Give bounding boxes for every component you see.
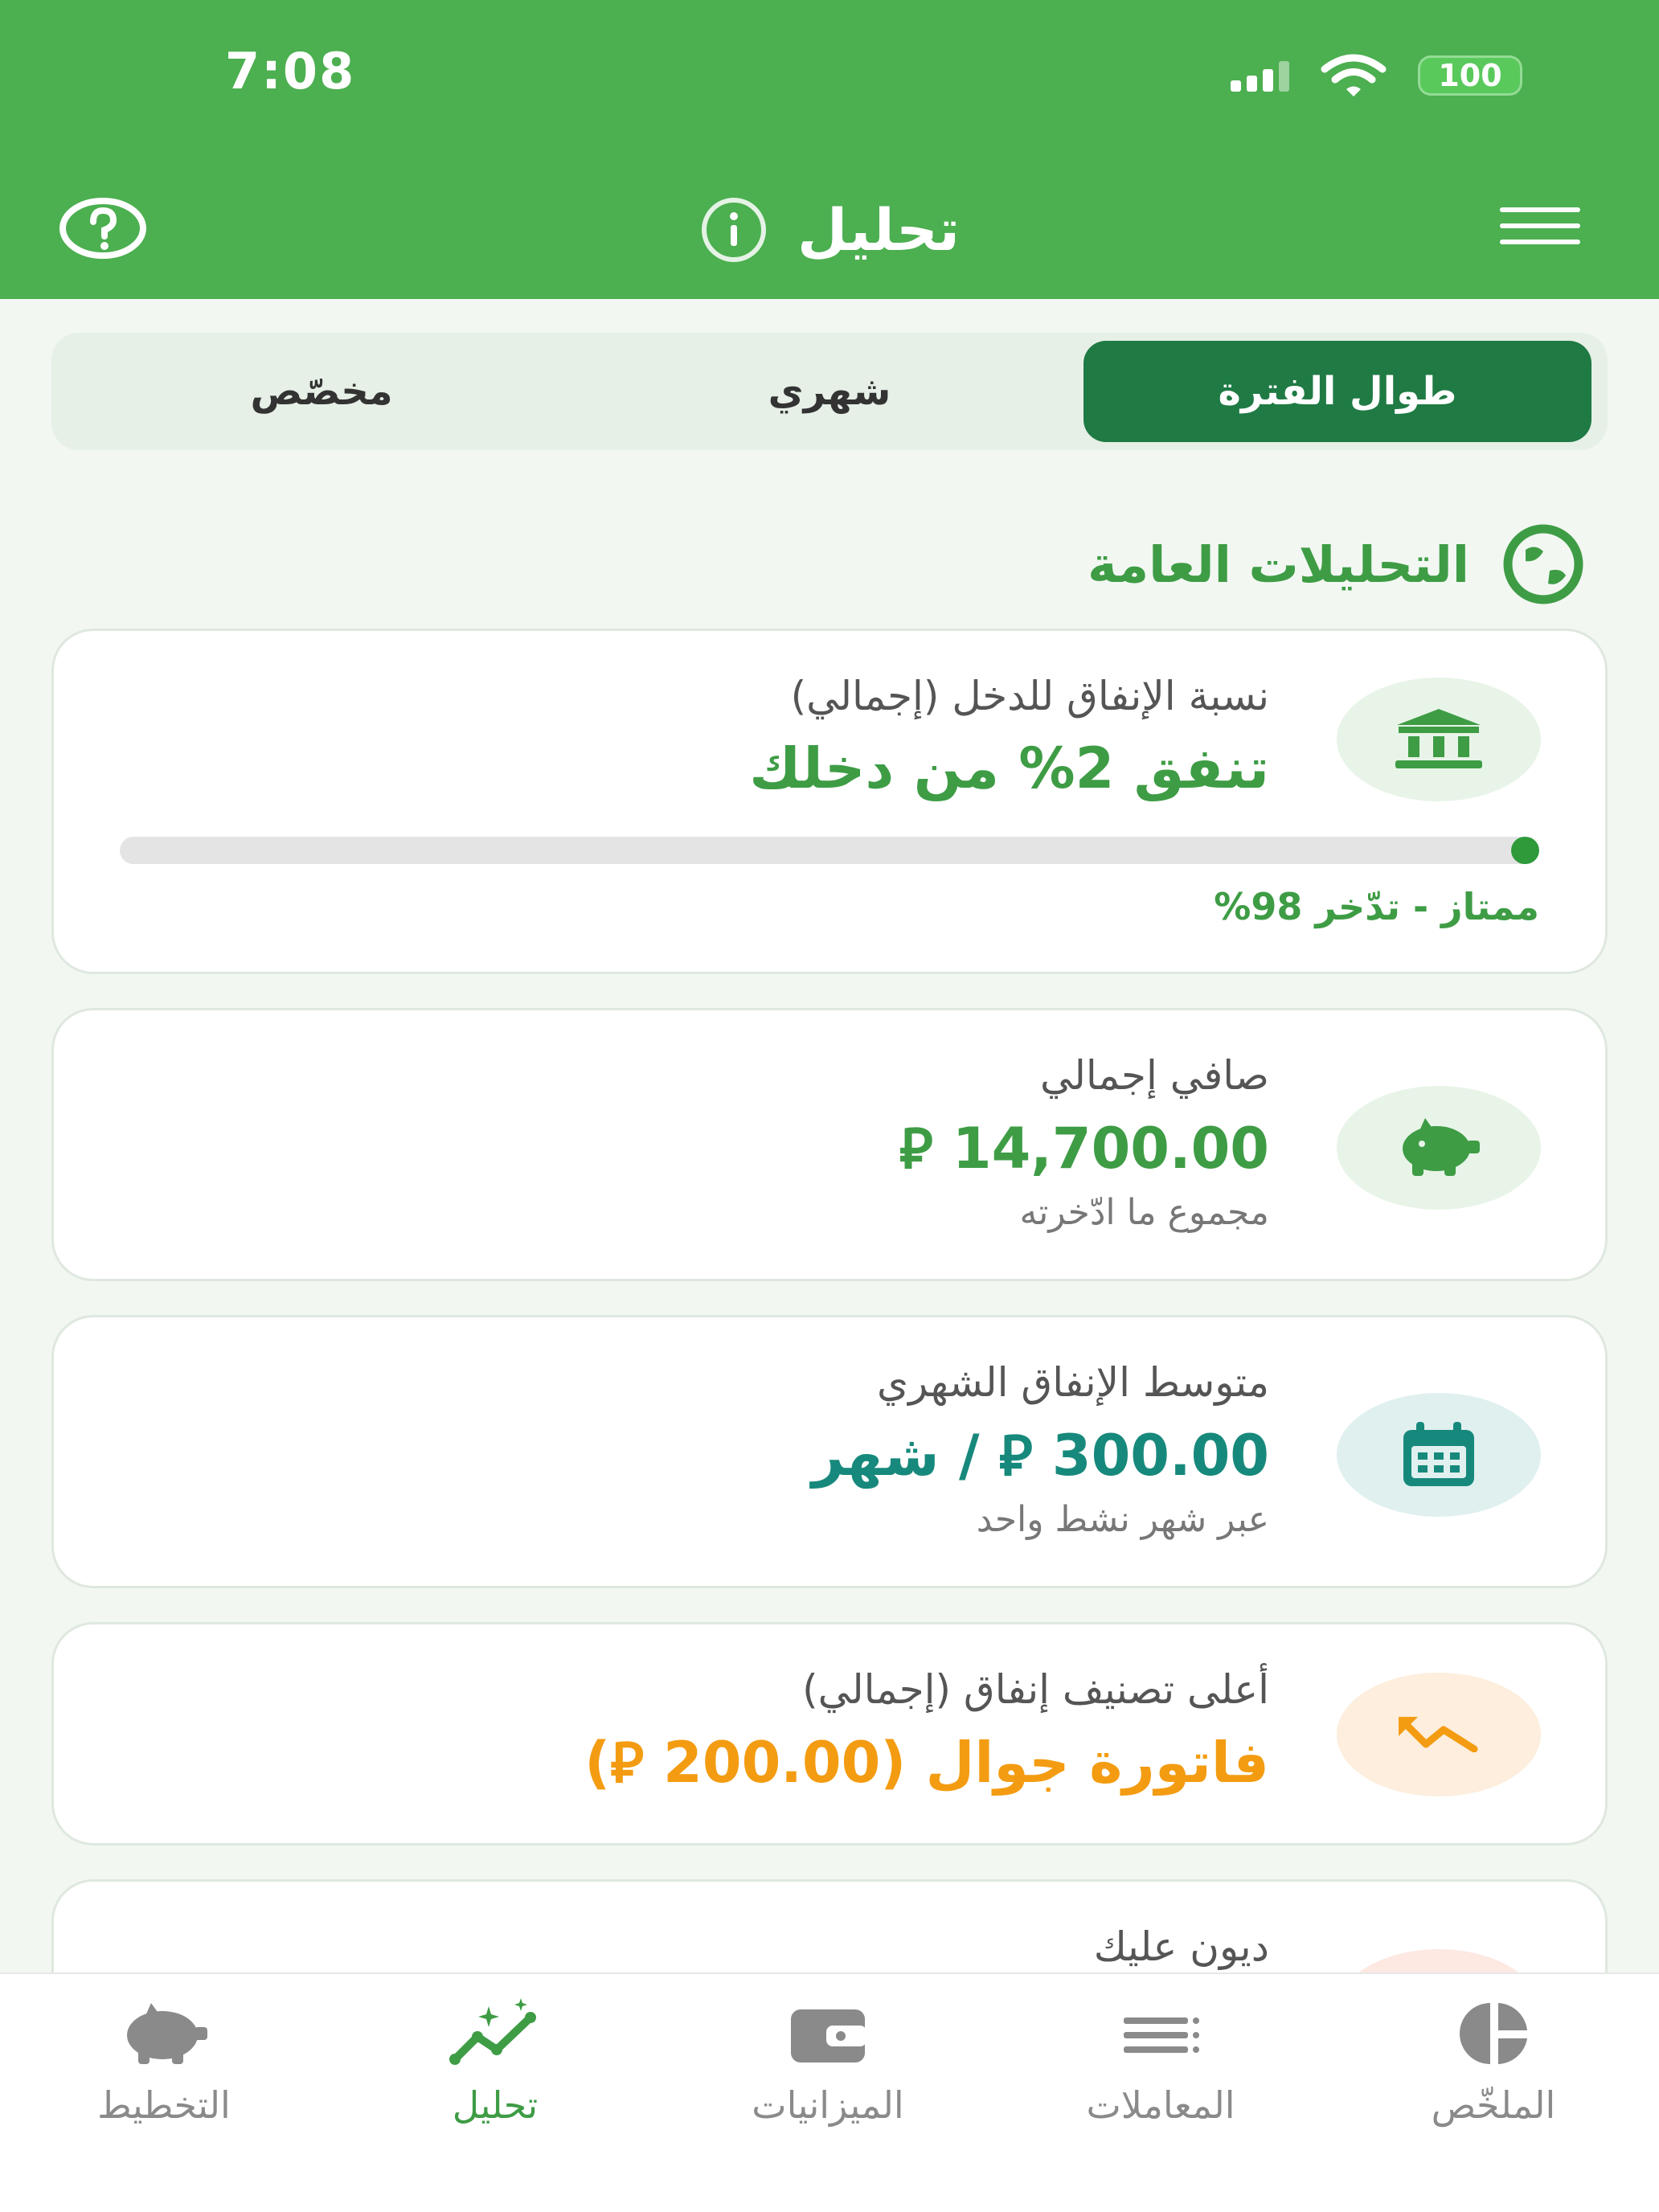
- nav-summary[interactable]: الملخّص: [1373, 1998, 1614, 2175]
- card-label: متوسط الإنفاق الشهري: [877, 1359, 1269, 1406]
- piggy-bank-icon: [127, 2003, 207, 2064]
- card-label: صافي إجمالي: [1039, 1052, 1269, 1099]
- tab-custom[interactable]: مخصّص: [68, 341, 576, 442]
- analytics-icon: [449, 1998, 536, 2065]
- battery-indicator: 100: [1418, 55, 1522, 96]
- progress-note: ممتاز - تدّخر 98%: [1214, 885, 1539, 928]
- net-total-card[interactable]: صافي إجمالي 14,700.00 ⃁ مجموع ما ادّخرته: [51, 1008, 1608, 1281]
- app-header: 7:08 100 تحليل: [0, 0, 1659, 299]
- status-indicators: 100: [1231, 53, 1522, 98]
- list-icon: [1124, 2017, 1199, 2053]
- nav-label: التخطيط: [97, 2083, 231, 2127]
- status-time: 7:08: [225, 42, 356, 100]
- spending-ratio-card[interactable]: نسبة الإنفاق للدخل (إجمالي) تنفق 2% من د…: [51, 629, 1608, 974]
- piggy-bank-icon: [1337, 1086, 1541, 1210]
- section-header: التحليلات العامة: [1088, 522, 1585, 606]
- card-value: 14,700.00 ⃁: [899, 1116, 1269, 1182]
- nav-label: المعاملات: [1086, 2083, 1235, 2127]
- nav-label: تحليل: [452, 2083, 539, 2127]
- card-subtext: مجموع ما ادّخرته: [1019, 1192, 1269, 1233]
- progress-bar-fill: [1510, 837, 1539, 864]
- card-subtext: عبر شهر نشط واحد: [976, 1499, 1269, 1540]
- nav-analytics[interactable]: تحليل: [375, 1998, 616, 2175]
- page-title: تحليل: [797, 196, 960, 264]
- nav-planning[interactable]: التخطيط: [43, 1998, 285, 2175]
- header-title-group: تحليل: [0, 190, 1659, 270]
- progress-bar: [120, 837, 1539, 864]
- tab-monthly[interactable]: شهري: [576, 341, 1083, 442]
- card-value: فاتورة جوال (200.00 ⃁): [584, 1730, 1269, 1796]
- card-value: 300.00 ⃁ / شهر: [812, 1423, 1269, 1489]
- card-value: تنفق 2% من دخلك: [749, 735, 1269, 801]
- cellular-signal-icon: [1231, 59, 1289, 92]
- card-label: نسبة الإنفاق للدخل (إجمالي): [790, 673, 1269, 719]
- period-tabs: طوال الفترة شهري مخصّص: [51, 333, 1608, 450]
- nav-budgets[interactable]: الميزانيات: [707, 1998, 948, 2175]
- wallet-icon: [791, 2009, 866, 2062]
- bottom-navigation: التخطيط تحليل الميزانيات المعاملات الملخ…: [0, 1972, 1659, 2212]
- wifi-icon: [1321, 54, 1387, 96]
- bank-icon: [1337, 678, 1541, 801]
- trend-icon: [1337, 1673, 1541, 1796]
- tab-all-time[interactable]: طوال الفترة: [1083, 341, 1591, 442]
- card-label: أعلى تصنيف إنفاق (إجمالي): [802, 1666, 1269, 1713]
- avg-monthly-card[interactable]: متوسط الإنفاق الشهري 300.00 ⃁ / شهر عبر …: [51, 1315, 1608, 1588]
- calendar-icon: [1337, 1393, 1541, 1517]
- nav-label: الملخّص: [1431, 2083, 1556, 2127]
- card-label: ديون عليك: [1093, 1923, 1269, 1970]
- pie-chart-icon: [1460, 2003, 1527, 2064]
- top-category-card[interactable]: أعلى تصنيف إنفاق (إجمالي) فاتورة جوال (2…: [51, 1622, 1608, 1845]
- nav-label: الميزانيات: [752, 2083, 904, 2127]
- info-icon[interactable]: [699, 195, 768, 264]
- nav-transactions[interactable]: المعاملات: [1040, 1998, 1281, 2175]
- globe-icon: [1503, 524, 1583, 604]
- section-title: التحليلات العامة: [1088, 535, 1469, 594]
- menu-icon[interactable]: [1500, 207, 1580, 244]
